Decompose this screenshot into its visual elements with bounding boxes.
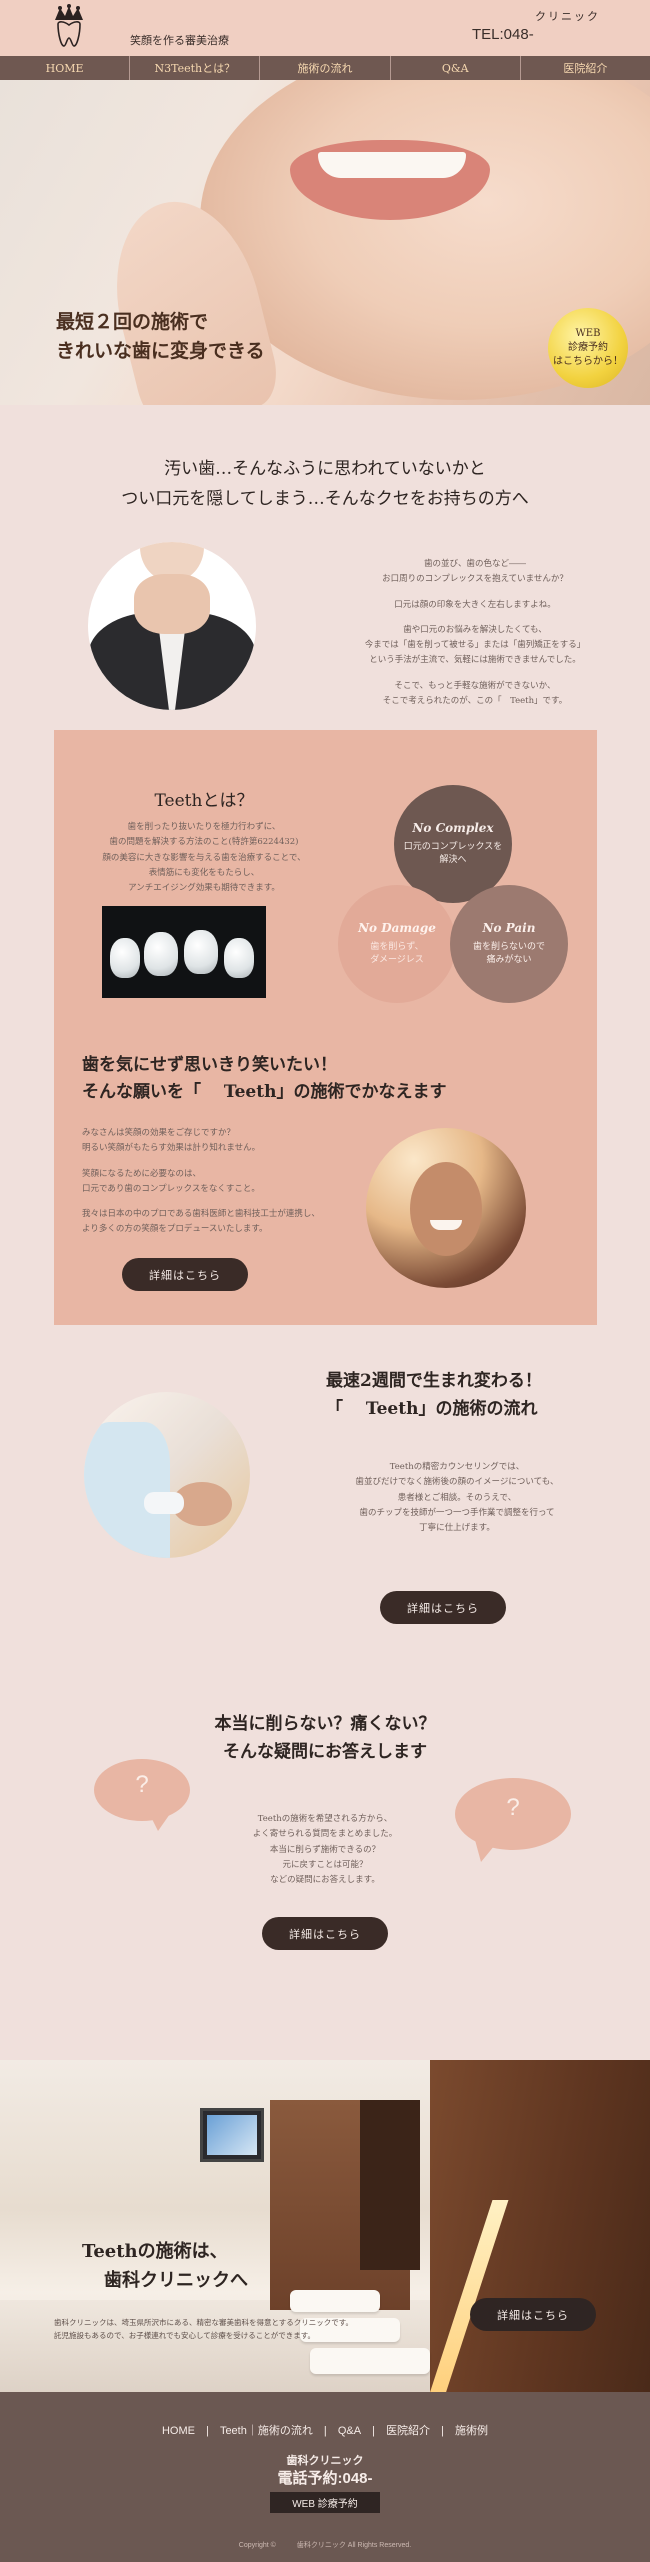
about-description: 歯を削ったり抜いたりを極力行わずに、 歯の問題を解決する方法のこと(特許第622… [102,822,306,894]
flow-text: Teethの精密カウンセリングでは、 歯並びだけでなく施術後の顔のイメージについ… [355,1462,559,1534]
site-footer: HOME | Teeth｜施術の流れ | Q&A | 医院紹介 | 施術例 歯科… [0,2392,650,2562]
covering-mouth-photo [88,542,256,710]
footer-tel[interactable]: 電話予約:048- [0,2467,650,2488]
intro-section: 汚い歯…そんなふうに思われていないかと つい口元を隠してしまう…そんなクセをお持… [0,405,650,730]
site-header: 笑顔を作る審美治療 クリニック TEL:048- [0,0,650,56]
smiling-woman-photo [366,1128,526,1288]
bubble-text: 歯を削らず、 ダメージレス [370,941,424,966]
footer-nav: HOME | Teeth｜施術の流れ | Q&A | 医院紹介 | 施術例 [0,2422,650,2438]
qa-section: 本当に削らない？痛くない？ そんな疑問にお答えします ? ? Teethの施術を… [0,1685,650,2060]
about-details-button[interactable]: 詳細はこちら [122,1258,248,1291]
question-bubble-icon: ? [455,1778,571,1862]
smile-title: 歯を気にせず思いきり笑いたい！ そんな願いを「 Teeth」の施術でかなえます [82,1052,446,1106]
intro-paragraph: 歯の並び、歯の色など―― お口周りのコンプレックスを抱えていませんか？ [382,559,568,585]
footer-separator: | [206,2425,209,2437]
flow-title-line2: 「 Teeth」の施術の流れ [326,1399,538,1420]
copyright: Copyright © 歯科クリニック All Rights Reserved. [238,2542,412,2549]
global-nav: HOME N3Teethとは？ 施術の流れ Q&A 医院紹介 [0,56,650,80]
hero-title-line2: きれいな歯に変身できる [56,340,265,363]
qa-details-button[interactable]: 詳細はこちら [262,1917,388,1950]
badge-line2: 診療予約 [568,342,608,353]
nav-item-about[interactable]: N3Teethとは？ [130,56,261,80]
waiting-chair [290,2290,380,2312]
waiting-chair [310,2348,430,2374]
header-tel[interactable]: TEL:048- [472,26,534,43]
intro-paragraph: そこで、もっと手軽な施術ができないか、 そこで考えられたのが、この「 Teeth… [382,680,568,707]
flow-title-line1: 最速2週間で生まれ変わる！ [326,1371,542,1391]
bubble-title: No Complex [412,820,494,835]
clinic-section: Teethの施術は、 歯科クリニックへ 歯科クリニックは、埼玉県所沢市にある、精… [0,2060,650,2392]
qa-title: 本当に削らない？痛くない？ そんな疑問にお答えします [0,1710,650,1766]
intro-text: 歯の並び、歯の色など―― お口周りのコンプレックスを抱えていませんか？ 口元は顔… [350,557,600,719]
no-complex-bubble: No Complex 口元のコンプレックスを 解決へ [394,785,512,903]
clinic-title-line1: Teethの施術は、 [82,2241,228,2262]
intro-heading-line1: 汚い歯…そんなふうに思われていないかと [164,459,486,479]
hero-title: 最短２回の施術で きれいな歯に変身できる [56,308,265,367]
smile-paragraph: 笑顔になるために必要なのは、 口元であり歯のコンプレックスをなくすこと。 [82,1168,260,1194]
footer-separator: | [372,2425,375,2437]
intro-paragraph: 口元は顔の印象を大きく左右しますよね。 [394,599,556,610]
flow-title: 最速2週間で生まれ変わる！ 「 Teeth」の施術の流れ [326,1367,542,1423]
badge-line1: WEB [575,328,601,339]
qa-title-line1: 本当に削らない？痛くない？ [214,1714,436,1734]
badge-line3: はこちらから！ [553,356,623,367]
bubble-text: 口元のコンプレックスを 解決へ [403,841,503,866]
flow-details-button[interactable]: 詳細はこちら [380,1591,506,1624]
intro-heading-line2: つい口元を隠してしまう…そんなクセをお持ちの方へ [121,488,529,509]
footer-link-flow[interactable]: Teeth｜施術の流れ [212,2425,321,2437]
clinic-title: Teethの施術は、 歯科クリニックへ [82,2238,248,2296]
hero-banner: 最短２回の施術で きれいな歯に変身できる WEB 診療予約 はこちらから！ [0,80,650,405]
dentist-photo [84,1392,250,1558]
bubble-title: No Pain [482,920,536,935]
smile-paragraph: みなさんは笑顔の効果をご存じですか？ 明るい笑顔がもたらす効果は計り知れません。 [82,1128,261,1154]
question-bubble-icon: ? [94,1759,190,1833]
clinic-text: 歯科クリニックは、埼玉県所沢市にある、精密な審美歯科を得意とするクリニックです。… [54,2318,354,2340]
header-clinic-name: クリニック [535,10,600,23]
footer-link-cases[interactable]: 施術例 [447,2425,496,2437]
flow-section: 最速2週間で生まれ変わる！ 「 Teeth」の施術の流れ Teethの精密カウン… [0,1325,650,1685]
veneer-photo [102,906,266,998]
bubble-text: 歯を削らないので 痛みがない [472,941,545,966]
hero-teeth-image [318,152,466,178]
intro-paragraph: 歯や口元のお悩みを解決したくても、 今までは「歯を削って被せる」または「歯列矯正… [364,624,586,666]
nav-item-clinic[interactable]: 医院紹介 [521,56,650,80]
footer-web-reservation-button[interactable]: WEB 診療予約 [270,2492,380,2513]
web-reservation-badge[interactable]: WEB 診療予約 はこちらから！ [548,308,628,388]
clinic-title-line2: 歯科クリニックへ [104,2269,248,2291]
question-mark: ? [506,1794,520,1821]
clinic-details-button[interactable]: 詳細はこちら [470,2298,596,2331]
about-title: Teethとは？ [154,791,254,811]
footer-clinic-name: 歯科クリニック [286,2455,364,2467]
smile-paragraph: 我々は日本の中のプロである歯科医師と歯科技工士が連携し、 より多くの方の笑顔をプ… [82,1209,320,1235]
nav-item-qa[interactable]: Q&A [391,56,521,80]
smile-title-line1: 歯を気にせず思いきり笑いたい！ [82,1055,337,1075]
intro-heading: 汚い歯…そんなふうに思われていないかと つい口元を隠してしまう…そんなクセをお持… [0,455,650,515]
question-mark: ? [135,1771,149,1798]
footer-link-qa[interactable]: Q&A [330,2425,369,2437]
qa-text: Teethの施術を希望される方から、 よく寄せられる質問をまとめました。 本当に… [252,1814,398,1886]
no-damage-bubble: No Damage 歯を削らず、 ダメージレス [338,885,456,1003]
crown-tooth-logo-icon[interactable] [52,4,86,50]
no-pain-bubble: No Pain 歯を削らないので 痛みがない [450,885,568,1003]
smile-title-line2: そんな願いを「 Teeth」の施術でかなえます [82,1082,447,1103]
footer-separator: | [441,2425,444,2437]
hero-title-line1: 最短２回の施術で [56,311,209,333]
site-tagline: 笑顔を作る審美治療 [130,34,229,47]
waiting-room-tv [200,2108,264,2162]
about-panel: Teethとは？ 歯を削ったり抜いたりを極力行わずに、 歯の問題を解決する方法の… [54,730,597,1325]
nav-item-flow[interactable]: 施術の流れ [260,56,391,80]
nav-item-home[interactable]: HOME [0,56,131,80]
footer-link-home[interactable]: HOME [154,2425,203,2437]
smile-text: みなさんは笑顔の効果をご存じですか？ 明るい笑顔がもたらす効果は計り知れません。… [82,1126,342,1248]
footer-link-clinic[interactable]: 医院紹介 [378,2425,438,2437]
bubble-title: No Damage [358,920,436,935]
footer-separator: | [323,2425,327,2437]
